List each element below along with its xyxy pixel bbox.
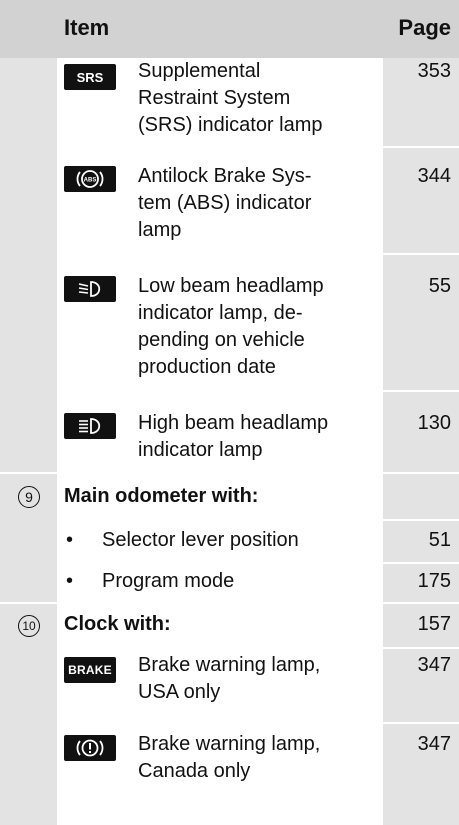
row-page: 55 xyxy=(428,275,451,297)
abs-icon: ABS xyxy=(64,166,116,192)
row-divider xyxy=(57,562,383,564)
section-divider xyxy=(0,602,459,604)
row-page: 130 xyxy=(417,412,451,434)
header-item: Item xyxy=(64,15,110,40)
row-divider xyxy=(383,390,459,392)
row-divider xyxy=(57,390,383,392)
row-description: Brake warning lamp, Canada only xyxy=(138,733,321,782)
row-page: 353 xyxy=(417,60,451,82)
section-title: Main odometer with: xyxy=(64,485,259,507)
callout-9: 9 xyxy=(18,486,40,508)
row-divider xyxy=(383,253,459,255)
srs-icon: SRS xyxy=(64,64,116,90)
row-divider xyxy=(383,146,459,148)
row-description: Antilock Brake Sys- tem (ABS) indicator … xyxy=(138,165,312,241)
row-divider xyxy=(57,722,383,724)
section-divider xyxy=(0,472,459,474)
svg-text:ABS: ABS xyxy=(84,178,97,184)
header-page: Page xyxy=(398,15,451,40)
section-title: Clock with: xyxy=(64,613,171,635)
callout-10: 10 xyxy=(18,615,40,637)
bullet-icon: • xyxy=(66,570,74,592)
row-divider xyxy=(57,647,383,649)
row-divider xyxy=(57,519,383,521)
row-divider xyxy=(57,253,383,255)
brake-warning-icon xyxy=(64,735,116,761)
row-divider xyxy=(57,146,383,148)
row-page: 344 xyxy=(417,165,451,187)
row-divider xyxy=(383,562,459,564)
row-page: 51 xyxy=(428,529,451,551)
brake-text-icon: BRAKE xyxy=(64,657,116,683)
row-page: 157 xyxy=(417,613,451,635)
table-header: Item Page xyxy=(0,0,459,58)
row-page: 347 xyxy=(417,733,451,755)
row-page: 175 xyxy=(417,570,451,592)
row-description: High beam headlamp indicator lamp xyxy=(138,412,329,461)
row-divider xyxy=(383,647,459,649)
row-description: Low beam headlamp indicator lamp, de- pe… xyxy=(138,275,324,378)
indicator-table: Item Page SRS Supplemental Restraint Sys… xyxy=(0,0,459,825)
high-beam-icon xyxy=(64,413,116,439)
bullet-text: Selector lever position xyxy=(102,529,299,551)
row-page: 347 xyxy=(417,654,451,676)
row-divider xyxy=(383,722,459,724)
number-column xyxy=(0,0,57,825)
row-description: Brake warning lamp, USA only xyxy=(138,654,321,703)
low-beam-icon xyxy=(64,276,116,302)
row-divider xyxy=(383,519,459,521)
bullet-icon: • xyxy=(66,529,74,551)
row-description: Supplemental Restraint System (SRS) indi… xyxy=(138,60,323,136)
bullet-text: Program mode xyxy=(102,570,235,592)
